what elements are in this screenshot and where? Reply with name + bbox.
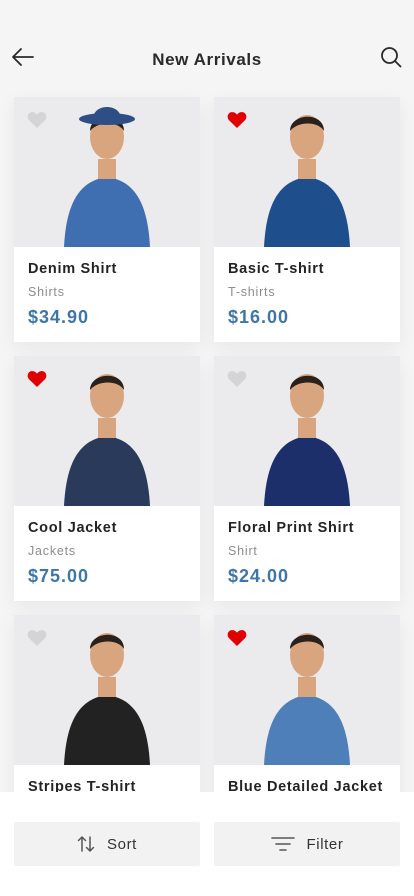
sort-arrows-icon: [77, 836, 95, 852]
product-category: Jackets: [28, 544, 76, 558]
bottom-action-bar: Sort Filter: [0, 792, 414, 896]
sort-label: Sort: [107, 835, 137, 853]
product-price: $34.90: [28, 307, 90, 327]
product-photo: [214, 615, 400, 765]
product-name: Denim Shirt: [28, 261, 118, 277]
top-app-bar: New Arrivals: [0, 0, 414, 92]
product-price: $75.00: [28, 566, 90, 586]
product-category: Shirts: [28, 285, 65, 299]
heart-outline-icon[interactable]: [27, 111, 47, 129]
product-card[interactable]: Denim Shirt Shirts $34.90: [14, 97, 200, 342]
product-name: Cool Jacket: [28, 520, 118, 536]
product-category: T-shirts: [228, 285, 276, 299]
product-price: $24.00: [228, 566, 290, 586]
product-price: $16.00: [228, 307, 290, 327]
product-info: Floral Print Shirt Shirt $24.00: [214, 506, 400, 587]
arrow-left-icon: [12, 48, 34, 66]
heart-filled-icon[interactable]: [227, 629, 247, 647]
filter-lines-icon: [270, 837, 295, 851]
product-photo: [14, 615, 200, 765]
product-card[interactable]: Basic T-shirt T-shirts $16.00: [214, 97, 400, 342]
product-category: Shirt: [228, 544, 258, 558]
product-photo: [214, 356, 400, 506]
search-icon: [381, 47, 402, 68]
product-card[interactable]: Floral Print Shirt Shirt $24.00: [214, 356, 400, 601]
product-info: Denim Shirt Shirts $34.90: [14, 247, 200, 328]
product-photo: [214, 97, 400, 247]
product-name: Basic T-shirt: [228, 261, 325, 277]
heart-outline-icon[interactable]: [27, 629, 47, 647]
filter-label: Filter: [306, 835, 344, 853]
product-grid: Denim Shirt Shirts $34.90 Basic T-shirt T-sh…: [14, 97, 400, 860]
back-button[interactable]: [10, 44, 36, 70]
filter-button[interactable]: Filter: [214, 822, 400, 866]
heart-filled-icon[interactable]: [27, 370, 47, 388]
product-card[interactable]: Cool Jacket Jackets $75.00: [14, 356, 200, 601]
product-photo: [14, 97, 200, 247]
heart-outline-icon[interactable]: [227, 370, 247, 388]
sort-button[interactable]: Sort: [14, 822, 200, 866]
product-info: Cool Jacket Jackets $75.00: [14, 506, 200, 587]
heart-filled-icon[interactable]: [227, 111, 247, 129]
product-photo: [14, 356, 200, 506]
page-title: New Arrivals: [152, 50, 262, 69]
search-button[interactable]: [378, 44, 404, 70]
product-name: Floral Print Shirt: [228, 520, 355, 536]
product-info: Basic T-shirt T-shirts $16.00: [214, 247, 400, 328]
